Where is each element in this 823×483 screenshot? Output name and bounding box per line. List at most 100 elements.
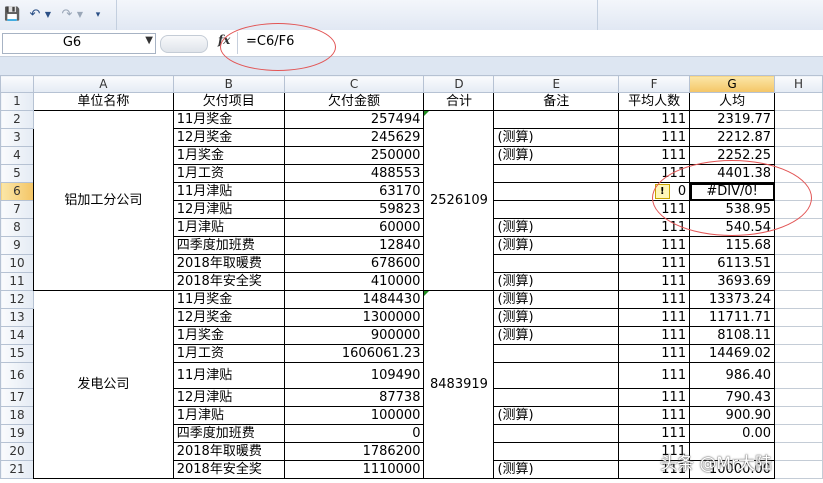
row-header[interactable]: 3: [0, 128, 34, 147]
avg-cell[interactable]: 13373.24: [689, 290, 776, 309]
avg-cell[interactable]: 14469.02: [689, 344, 776, 363]
row-header[interactable]: 15: [0, 344, 34, 363]
cell[interactable]: [774, 272, 823, 291]
item-cell[interactable]: 12月奖金: [172, 308, 285, 327]
item-cell[interactable]: 12月津贴: [172, 200, 285, 219]
header-cell-item[interactable]: 欠付项目: [172, 92, 285, 111]
cell[interactable]: [774, 388, 823, 407]
row-header[interactable]: 11: [0, 272, 34, 291]
people-cell[interactable]: 111: [618, 424, 691, 443]
avg-cell[interactable]: 986.40: [689, 362, 776, 389]
note-cell[interactable]: (测算): [493, 326, 620, 345]
cell[interactable]: [774, 92, 823, 111]
note-cell[interactable]: (测算): [493, 272, 620, 291]
item-cell[interactable]: 2018年安全奖: [172, 460, 285, 479]
note-cell[interactable]: [493, 362, 620, 389]
column-header-h[interactable]: H: [774, 75, 823, 93]
item-cell[interactable]: 11月奖金: [172, 290, 285, 309]
avg-cell[interactable]: 11711.71: [689, 308, 776, 327]
row-header[interactable]: 5: [0, 164, 34, 183]
cell[interactable]: [774, 146, 823, 165]
header-cell-total[interactable]: 合计: [423, 92, 495, 111]
cell[interactable]: [774, 110, 823, 129]
header-cell-people[interactable]: 平均人数: [618, 92, 691, 111]
column-header-a[interactable]: A: [32, 75, 174, 93]
amount-cell[interactable]: 1606061.23: [283, 344, 425, 363]
undo-dropdown-icon[interactable]: ▼: [44, 6, 52, 24]
save-icon[interactable]: 💾: [4, 6, 20, 24]
note-cell[interactable]: [493, 424, 620, 443]
amount-cell[interactable]: 257494: [283, 110, 425, 129]
item-cell[interactable]: 12月津贴: [172, 388, 285, 407]
amount-cell[interactable]: 100000: [283, 406, 425, 425]
select-all-corner[interactable]: [0, 75, 34, 93]
header-cell-unit[interactable]: 单位名称: [32, 92, 174, 111]
note-cell[interactable]: (测算): [493, 406, 620, 425]
row-header[interactable]: 7: [0, 200, 34, 219]
note-cell[interactable]: [493, 200, 620, 219]
customize-toolbar-icon[interactable]: ▾: [92, 6, 104, 24]
redo-dropdown-icon[interactable]: ▼: [76, 6, 84, 24]
column-header-c[interactable]: C: [283, 75, 425, 93]
chevron-down-icon[interactable]: ▼: [145, 35, 153, 46]
undo-icon[interactable]: ↶: [26, 6, 44, 24]
amount-cell[interactable]: 1300000: [283, 308, 425, 327]
amount-cell[interactable]: 109490: [283, 362, 425, 389]
note-cell[interactable]: [493, 388, 620, 407]
column-header-e[interactable]: E: [493, 75, 620, 93]
note-cell[interactable]: (测算): [493, 146, 620, 165]
item-cell[interactable]: 1月工资: [172, 164, 285, 183]
name-box[interactable]: G6 ▼: [2, 33, 156, 54]
item-cell[interactable]: 11月津贴: [172, 182, 285, 201]
header-cell-note[interactable]: 备注: [493, 92, 620, 111]
item-cell[interactable]: 1月奖金: [172, 326, 285, 345]
header-cell-amount[interactable]: 欠付金额: [283, 92, 425, 111]
cell[interactable]: [774, 424, 823, 443]
item-cell[interactable]: 2018年取暖费: [172, 254, 285, 273]
row-header[interactable]: 17: [0, 388, 34, 407]
item-cell[interactable]: 1月工资: [172, 344, 285, 363]
row-header[interactable]: 13: [0, 308, 34, 327]
cell[interactable]: [774, 128, 823, 147]
item-cell[interactable]: 2018年取暖费: [172, 442, 285, 461]
avg-cell[interactable]: 6113.51: [689, 254, 776, 273]
people-cell[interactable]: 111: [618, 110, 691, 129]
amount-cell[interactable]: 60000: [283, 218, 425, 237]
people-cell[interactable]: 111: [618, 388, 691, 407]
people-cell[interactable]: 111: [618, 290, 691, 309]
cell[interactable]: [774, 290, 823, 309]
amount-cell[interactable]: 410000: [283, 272, 425, 291]
unit-name-cell[interactable]: 铝加工分公司: [32, 110, 174, 291]
item-cell[interactable]: 2018年安全奖: [172, 272, 285, 291]
item-cell[interactable]: 1月津贴: [172, 218, 285, 237]
note-cell[interactable]: (测算): [493, 460, 620, 479]
item-cell[interactable]: 1月津贴: [172, 406, 285, 425]
note-cell[interactable]: (测算): [493, 236, 620, 255]
note-cell[interactable]: (测算): [493, 290, 620, 309]
amount-cell[interactable]: 1484430: [283, 290, 425, 309]
amount-cell[interactable]: 0: [283, 424, 425, 443]
amount-cell[interactable]: 1786200: [283, 442, 425, 461]
cell[interactable]: [774, 326, 823, 345]
note-cell[interactable]: (测算): [493, 308, 620, 327]
redo-icon[interactable]: ↷: [58, 6, 76, 24]
amount-cell[interactable]: 63170: [283, 182, 425, 201]
amount-cell[interactable]: 1110000: [283, 460, 425, 479]
amount-cell[interactable]: 12840: [283, 236, 425, 255]
avg-cell[interactable]: 115.68: [689, 236, 776, 255]
row-header[interactable]: 2: [0, 110, 34, 129]
people-cell[interactable]: 111: [618, 362, 691, 389]
note-cell[interactable]: [493, 344, 620, 363]
cell[interactable]: [774, 236, 823, 255]
item-cell[interactable]: 12月奖金: [172, 128, 285, 147]
avg-cell[interactable]: 3693.69: [689, 272, 776, 291]
note-cell[interactable]: (测算): [493, 128, 620, 147]
people-cell[interactable]: 111: [618, 272, 691, 291]
note-cell[interactable]: [493, 182, 620, 201]
note-cell[interactable]: (测算): [493, 218, 620, 237]
item-cell[interactable]: 四季度加班费: [172, 424, 285, 443]
note-cell[interactable]: [493, 164, 620, 183]
amount-cell[interactable]: 488553: [283, 164, 425, 183]
item-cell[interactable]: 11月津贴: [172, 362, 285, 389]
cell[interactable]: [774, 254, 823, 273]
